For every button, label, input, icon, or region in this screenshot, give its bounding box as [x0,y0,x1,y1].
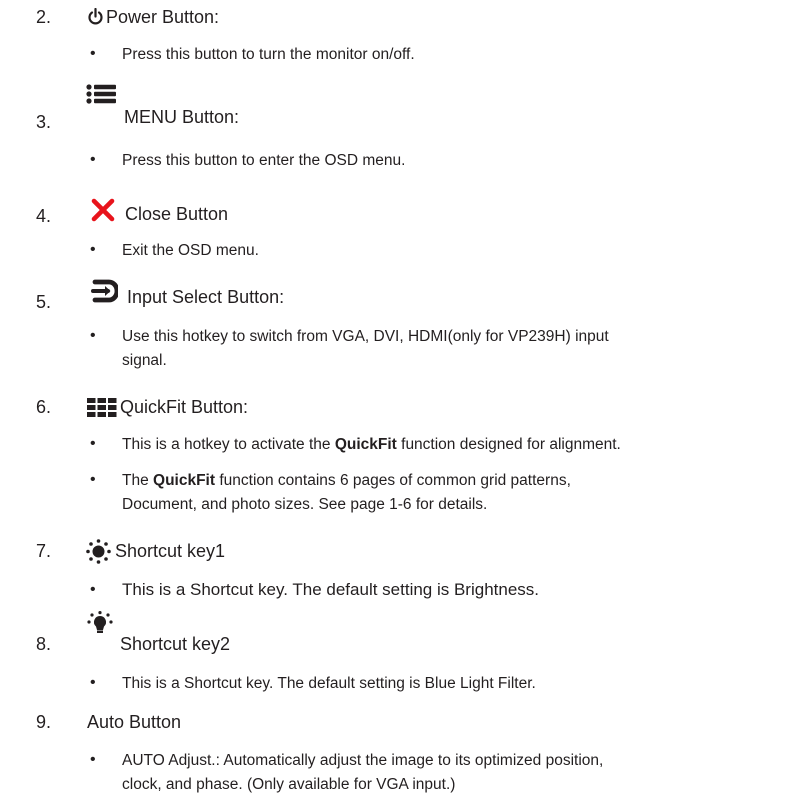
bullet-text: AUTO Adjust.: Automatically adjust the i… [122,752,604,769]
item-number: 9. [36,712,52,732]
bullet-dot: • [90,674,96,691]
bullet-dot: • [90,751,96,768]
item-title: Shortcut key1 [115,541,226,561]
item-title: QuickFit Button: [120,397,249,417]
blue-light-icon [87,611,113,633]
bullet-text: Press this button to turn the monitor on… [122,46,415,63]
quickfit-bold: QuickFit [334,436,397,453]
bullet-text-continued: Document, and photo sizes. See page 1-6 … [122,496,488,513]
bullet-dot: • [90,45,96,62]
item-number: 2. [36,7,52,27]
bullet-dot: • [90,241,96,258]
bullet-dot: • [90,471,96,488]
bullet-text-continued: clock, and phase. (Only available for VG… [122,776,456,793]
brightness-icon [86,539,111,564]
bullet-dot: • [90,151,96,168]
power-icon [88,8,103,25]
bullet-text: This is a Shortcut key. The default sett… [122,675,536,692]
item-title: Shortcut key2 [120,634,231,654]
bullet-dot: • [90,327,96,344]
item-title: Input Select Button: [127,287,285,307]
item-number: 5. [36,292,52,312]
bullet-text: This is a hotkey to activate the QuickFi… [122,436,621,453]
bullet-text-continued: signal. [122,352,167,369]
bullet-text: Use this hotkey to switch from VGA, DVI,… [122,328,609,345]
quickfit-bold: QuickFit [153,472,216,489]
item-number: 4. [36,206,52,226]
bullet-text: The QuickFit function contains 6 pages o… [122,472,571,489]
menu-icon [86,84,116,104]
item-number: 3. [36,112,52,132]
item-title: MENU Button: [124,107,240,127]
bullet-dot: • [90,581,96,598]
bullet-dot: • [90,435,96,452]
item-number: 7. [36,541,52,561]
input-select-icon [91,279,118,303]
quickfit-grid-icon [87,398,117,417]
close-icon [91,198,115,222]
bullet-text: Exit the OSD menu. [122,242,259,259]
item-title: Auto Button [87,712,182,732]
item-title: Power Button: [106,7,220,27]
bullet-text: Press this button to enter the OSD menu. [122,152,406,169]
bullet-text: This is a Shortcut key. The default sett… [122,580,540,599]
item-title: Close Button [125,204,229,224]
item-number: 6. [36,397,52,417]
item-number: 8. [36,634,52,654]
